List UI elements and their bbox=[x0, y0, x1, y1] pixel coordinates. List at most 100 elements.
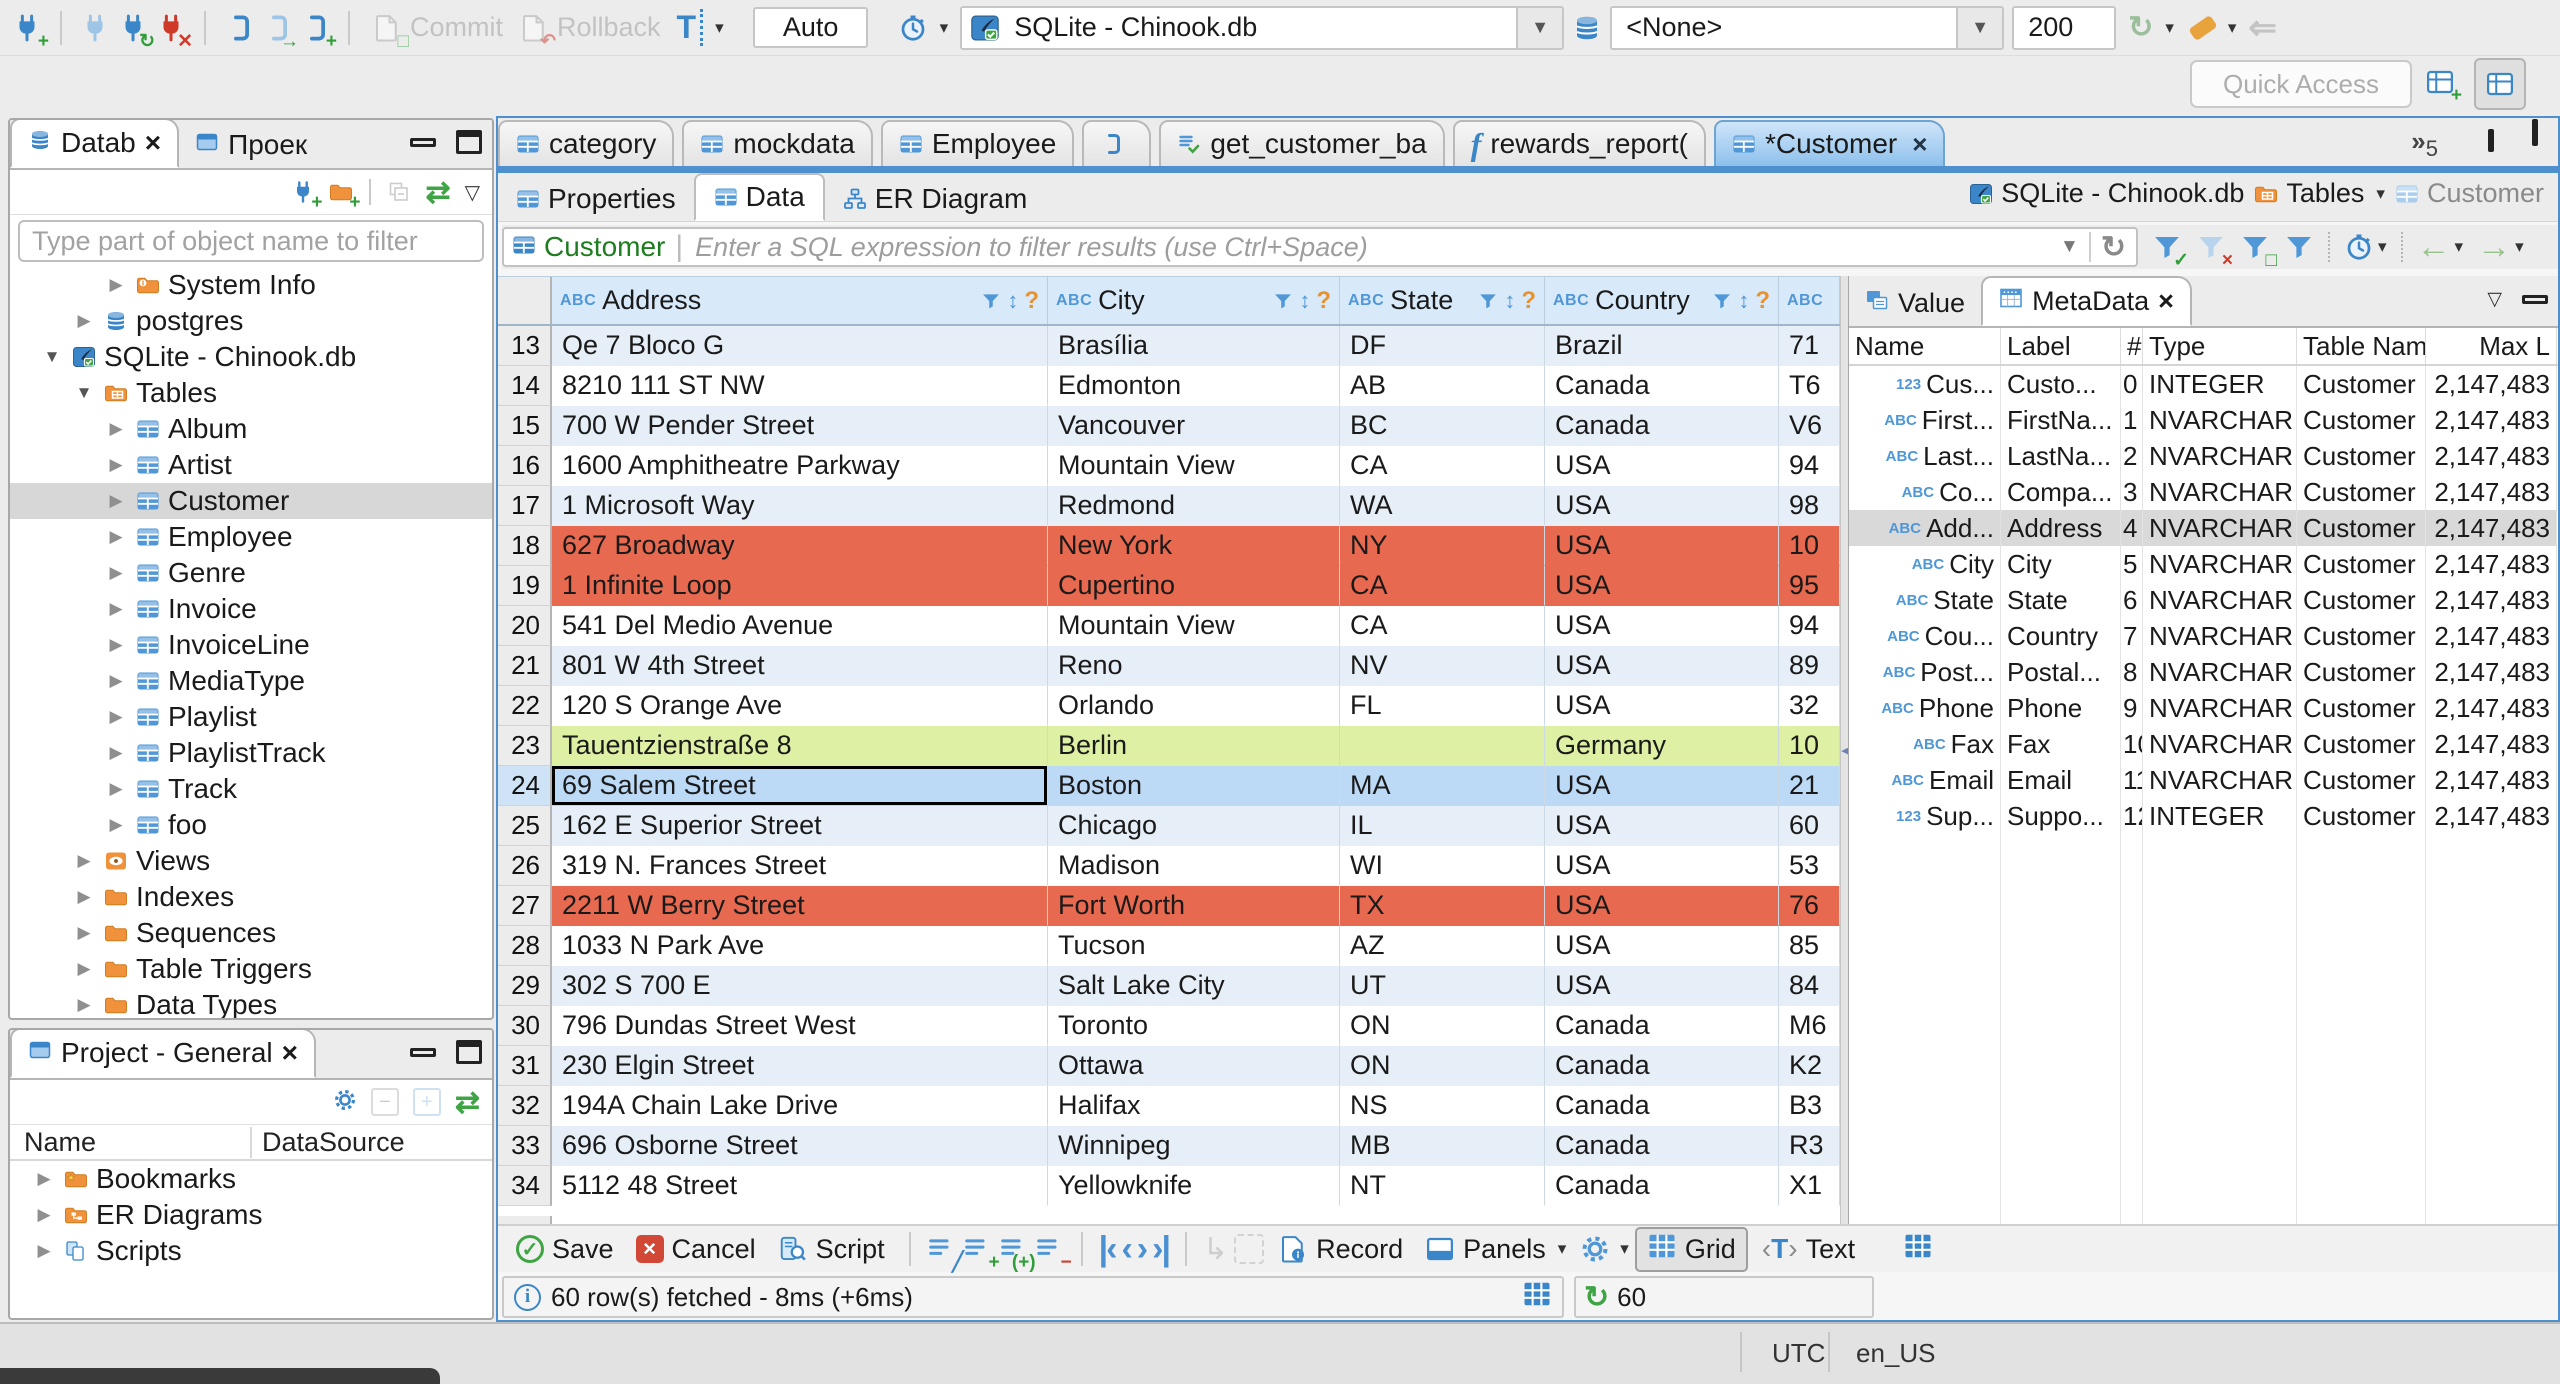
grid-cell[interactable]: USA bbox=[1545, 886, 1779, 926]
expand-arrow-icon[interactable]: ▶ bbox=[104, 491, 128, 511]
close-icon[interactable]: × bbox=[145, 127, 161, 159]
apply-filter-icon[interactable]: ✓ bbox=[2152, 232, 2189, 270]
filter-funnel-icon[interactable] bbox=[1712, 291, 1732, 311]
meta-row-lastna-[interactable]: ABC Last... LastNa... 2 NVARCHAR Customer 2,14… bbox=[1849, 438, 2558, 474]
minimize-icon[interactable] bbox=[410, 137, 436, 147]
expand-arrow-icon[interactable]: ▶ bbox=[72, 851, 96, 871]
grid-cell[interactable]: USA bbox=[1545, 766, 1779, 806]
grid-cell[interactable]: Fort Worth bbox=[1048, 886, 1340, 926]
dbeaver-perspective-icon[interactable] bbox=[2474, 58, 2526, 110]
expand-arrow-icon[interactable]: ▶ bbox=[104, 707, 128, 727]
tab-projects[interactable]: Проек bbox=[179, 122, 323, 168]
grid-cell[interactable]: Chicago bbox=[1048, 806, 1340, 846]
commit-button[interactable]: □ Commit bbox=[368, 10, 507, 51]
tree-item-album[interactable]: ▶ Album bbox=[10, 411, 492, 447]
grid-cell[interactable]: MB bbox=[1340, 1126, 1545, 1166]
meta-column-name[interactable]: Name bbox=[1849, 328, 2001, 364]
tree-item-tables[interactable]: ▼ Tables bbox=[10, 375, 492, 411]
row-number[interactable]: 27 bbox=[498, 886, 552, 926]
navigator-filter-input[interactable] bbox=[20, 225, 482, 257]
previous-row-icon[interactable]: ‹ bbox=[1121, 1232, 1132, 1266]
grid-cell[interactable]: Boston bbox=[1048, 766, 1340, 806]
grid-cell[interactable]: 796 Dundas Street West bbox=[552, 1006, 1048, 1046]
tree-item-table-triggers[interactable]: ▶ Table Triggers bbox=[10, 951, 492, 987]
tab-overflow-button[interactable]: »5 bbox=[2411, 126, 2438, 162]
tree-item-postgres[interactable]: ▶ postgres bbox=[10, 303, 492, 339]
grid-cell[interactable]: Winnipeg bbox=[1048, 1126, 1340, 1166]
meta-column-type[interactable]: Type bbox=[2143, 328, 2297, 364]
grid-cell[interactable]: 95 bbox=[1779, 566, 1840, 606]
editor-tab-category[interactable]: category bbox=[498, 120, 675, 166]
minimize-icon[interactable] bbox=[2522, 295, 2548, 304]
add-row-icon[interactable]: + bbox=[963, 1234, 1000, 1272]
rollback-button[interactable]: ↶ Rollback bbox=[515, 10, 665, 51]
new-connection-icon[interactable]: + bbox=[291, 180, 322, 212]
open-perspective-icon[interactable]: + bbox=[2416, 58, 2464, 106]
row-number[interactable]: 32 bbox=[498, 1086, 552, 1126]
sort-icon[interactable]: ↕ bbox=[1504, 288, 1515, 314]
project-item-er-diagrams[interactable]: ▶ ER Diagrams bbox=[10, 1197, 492, 1233]
tab-metadata[interactable]: MetaData × bbox=[1981, 276, 2192, 326]
connect-icon[interactable] bbox=[80, 13, 110, 43]
expand-arrow-icon[interactable]: ▶ bbox=[104, 779, 128, 799]
grid-view-button[interactable]: Grid bbox=[1634, 1226, 1748, 1272]
meta-row-country[interactable]: ABC Cou... Country 7 NVARCHAR Customer 2,147,4… bbox=[1849, 618, 2558, 654]
grid-cell[interactable]: 10 bbox=[1779, 726, 1840, 766]
grid-cell[interactable]: FL bbox=[1340, 686, 1545, 726]
grid-cell[interactable]: Brasília bbox=[1048, 326, 1340, 366]
grid-cell[interactable]: 10 bbox=[1779, 526, 1840, 566]
filter-funnel-icon[interactable] bbox=[1478, 291, 1498, 311]
database-selector[interactable]: SQLite - Chinook.db ▼ bbox=[960, 5, 1565, 50]
quick-access-box[interactable]: Quick Access bbox=[2190, 60, 2412, 108]
link-with-editor-icon[interactable]: ⇄ bbox=[455, 1085, 480, 1120]
grid-cell[interactable]: Orlando bbox=[1048, 686, 1340, 726]
grid-cell[interactable]: 84 bbox=[1779, 966, 1840, 1006]
grid-cell[interactable]: USA bbox=[1545, 606, 1779, 646]
tree-item-views[interactable]: ▶ Views bbox=[10, 843, 492, 879]
meta-row-compa-[interactable]: ABC Co... Compa... 3 NVARCHAR Customer 2,147,4… bbox=[1849, 474, 2558, 510]
next-row-icon[interactable]: › bbox=[1137, 1232, 1148, 1266]
grid-cell[interactable]: T6 bbox=[1779, 366, 1840, 406]
tree-item-playlisttrack[interactable]: ▶ PlaylistTrack bbox=[10, 735, 492, 771]
grid-cell[interactable]: 541 Del Medio Avenue bbox=[552, 606, 1048, 646]
zoom-selection-icon[interactable] bbox=[1234, 1234, 1265, 1264]
tab-value[interactable]: Value bbox=[1849, 280, 1981, 326]
meta-row-custo-[interactable]: 123 Cus... Custo... 0 INTEGER Customer 2,147,4… bbox=[1849, 366, 2558, 402]
grid-cell[interactable]: USA bbox=[1545, 926, 1779, 966]
grid-cell[interactable]: Redmond bbox=[1048, 486, 1340, 526]
project-item-scripts[interactable]: ▶ Scripts bbox=[10, 1233, 492, 1269]
meta-row-state[interactable]: ABC State State 6 NVARCHAR Customer 2,147,483 bbox=[1849, 582, 2558, 618]
row-number[interactable]: 29 bbox=[498, 966, 552, 1006]
new-sql-editor-icon[interactable]: + bbox=[300, 13, 337, 51]
grid-cell[interactable]: 162 E Superior Street bbox=[552, 806, 1048, 846]
edit-table-icon[interactable] bbox=[1522, 1279, 1552, 1316]
close-icon[interactable]: × bbox=[282, 1037, 298, 1069]
dropdown-arrow-icon[interactable]: ▼ bbox=[1516, 7, 1563, 48]
grid-cell[interactable]: 627 Broadway bbox=[552, 526, 1048, 566]
editor-tab-rewards-report-[interactable]: f rewards_report( bbox=[1452, 120, 1706, 166]
maximize-icon[interactable] bbox=[456, 1040, 482, 1064]
grid-cell[interactable]: Ottawa bbox=[1048, 1046, 1340, 1086]
row-number[interactable]: 14 bbox=[498, 366, 552, 406]
row-number[interactable]: 13 bbox=[498, 326, 552, 366]
grid-cell[interactable]: CA bbox=[1340, 566, 1545, 606]
grid-cell[interactable]: 71 bbox=[1779, 326, 1840, 366]
editor-tab-employee[interactable]: Employee bbox=[880, 120, 1075, 166]
grid-cell[interactable]: UT bbox=[1340, 966, 1545, 1006]
grid-cell[interactable]: 60 bbox=[1779, 806, 1840, 846]
tree-item-track[interactable]: ▶ Track bbox=[10, 771, 492, 807]
grid-cell[interactable]: 21 bbox=[1779, 766, 1840, 806]
meta-row-address[interactable]: ABC Add... Address 4 NVARCHAR Customer 2,147,4… bbox=[1849, 510, 2558, 546]
meta-row-suppo-[interactable]: 123Sup...Suppo...12INTEGERCustomer2,147,… bbox=[1849, 798, 2558, 834]
grid-cell[interactable]: 89 bbox=[1779, 646, 1840, 686]
cancel-button[interactable]: × Cancel bbox=[628, 1234, 764, 1265]
tree-item-invoiceline[interactable]: ▶ InvoiceLine bbox=[10, 627, 492, 663]
back-arrow-icon[interactable]: ⇐ bbox=[2248, 8, 2277, 48]
disconnect-icon[interactable]: ✕ bbox=[156, 13, 193, 51]
maximize-icon[interactable] bbox=[456, 130, 482, 154]
grid-cell[interactable]: Canada bbox=[1545, 366, 1779, 406]
grid-cell[interactable]: DF bbox=[1340, 326, 1545, 366]
txn-mode-combo[interactable]: Auto bbox=[736, 7, 886, 48]
row-number[interactable]: 18 bbox=[498, 526, 552, 566]
grid-cell[interactable]: 5112 48 Street bbox=[552, 1166, 1048, 1206]
